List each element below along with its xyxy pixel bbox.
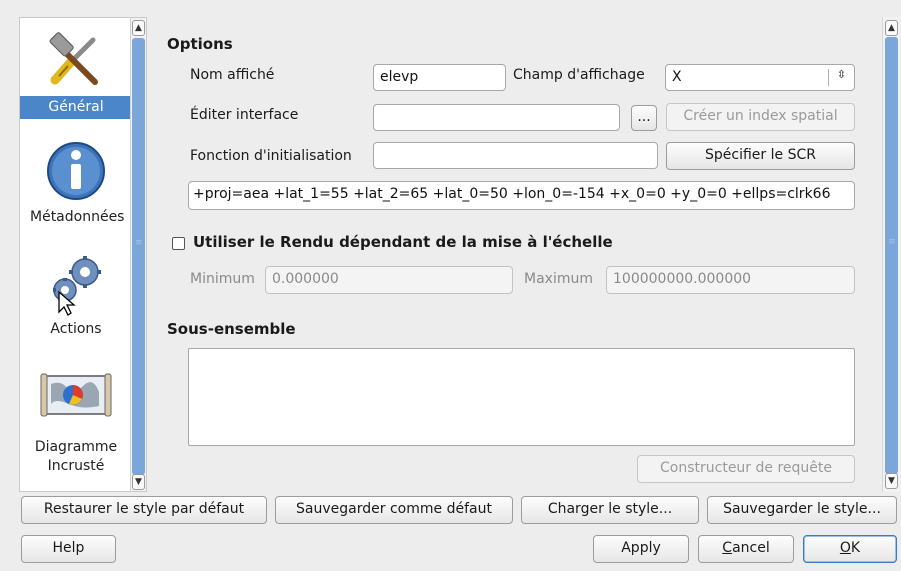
sidebar-item-label: Actions [50, 321, 102, 337]
query-builder-button[interactable]: Constructeur de requête [637, 455, 855, 483]
restore-default-style-button[interactable]: Restaurer le style par défaut [21, 496, 267, 524]
sidebar-item-general[interactable]: Général [20, 30, 132, 119]
crs-string-field[interactable]: +proj=aea +lat_1=55 +lat_2=65 +lat_0=50 … [188, 181, 855, 210]
sidebar-item-label: Général [20, 96, 132, 119]
ok-label-rest: K [850, 540, 861, 556]
chevron-updown-icon: ⇳ [836, 68, 846, 81]
scroll-up-icon[interactable]: ▲ [885, 20, 898, 36]
browse-button[interactable]: ... [631, 105, 657, 131]
display-field-select[interactable]: X ⇳ [665, 64, 855, 91]
scroll-down-icon[interactable]: ▼ [132, 474, 145, 490]
apply-button[interactable]: Apply [593, 535, 689, 563]
save-as-default-button[interactable]: Sauvegarder comme défaut [275, 496, 513, 524]
edit-interface-label: Éditer interface [190, 107, 299, 123]
sidebar-item-diagram[interactable]: Diagramme Incrusté [20, 370, 132, 476]
display-name-input[interactable]: elevp [373, 64, 506, 91]
maximum-label: Maximum [524, 271, 593, 287]
create-spatial-index-button[interactable]: Créer un index spatial [666, 103, 855, 131]
sidebar-item-label: Métadonnées [30, 209, 125, 225]
display-field-label: Champ d'affichage [513, 67, 645, 83]
info-icon [47, 142, 105, 200]
specify-crs-button[interactable]: Spécifier le SCR [666, 142, 855, 170]
scale-rendering-label: Utiliser le Rendu dépendant de la mise à… [193, 233, 613, 251]
maximum-input[interactable]: 100000000.000000 [606, 266, 855, 294]
init-function-label: Fonction d'initialisation [190, 148, 352, 164]
save-style-button[interactable]: Sauvegarder le style... [707, 496, 897, 524]
cancel-mnemonic: C [722, 540, 733, 556]
scroll-down-icon[interactable]: ▼ [885, 473, 898, 489]
sidebar-scroll-thumb[interactable]: ≡ [132, 38, 145, 475]
scale-rendering-checkbox[interactable] [172, 237, 185, 250]
options-title: Options [167, 35, 233, 53]
tools-icon [49, 32, 98, 85]
combo-separator [828, 69, 829, 86]
ok-button[interactable]: OK [803, 535, 897, 563]
minimum-label: Minimum [190, 271, 255, 287]
scroll-up-icon[interactable]: ▲ [132, 20, 145, 36]
subset-textarea[interactable] [188, 348, 855, 446]
minimum-input[interactable]: 0.000000 [265, 266, 513, 294]
init-function-input[interactable] [373, 142, 658, 169]
load-style-button[interactable]: Charger le style... [521, 496, 699, 524]
diagram-icon [40, 373, 112, 417]
sidebar-item-actions[interactable]: Actions [20, 250, 132, 339]
subset-title: Sous-ensemble [167, 320, 296, 338]
sidebar-scrollbar[interactable]: ▲ ≡ ▼ [130, 18, 146, 491]
sidebar: Général Métadonnées Actions Diagramme In… [19, 17, 147, 492]
help-button[interactable]: Help [21, 535, 116, 563]
ok-mnemonic: O [839, 540, 851, 556]
grip-icon: ≡ [888, 237, 896, 247]
content-scrollbar[interactable]: ▲ ≡ ▼ [882, 17, 900, 492]
cancel-button[interactable]: Cancel [698, 535, 794, 563]
gears-icon [53, 256, 101, 316]
edit-interface-input[interactable] [373, 104, 620, 131]
display-field-value: X [672, 69, 682, 85]
display-name-label: Nom affiché [190, 67, 275, 83]
sidebar-item-label: Diagramme Incrusté [34, 439, 118, 474]
cancel-label-rest: ancel [732, 540, 770, 556]
grip-icon: ≡ [135, 238, 143, 248]
content-scroll-thumb[interactable]: ≡ [885, 37, 898, 474]
sidebar-item-metadata[interactable]: Métadonnées [20, 140, 132, 227]
